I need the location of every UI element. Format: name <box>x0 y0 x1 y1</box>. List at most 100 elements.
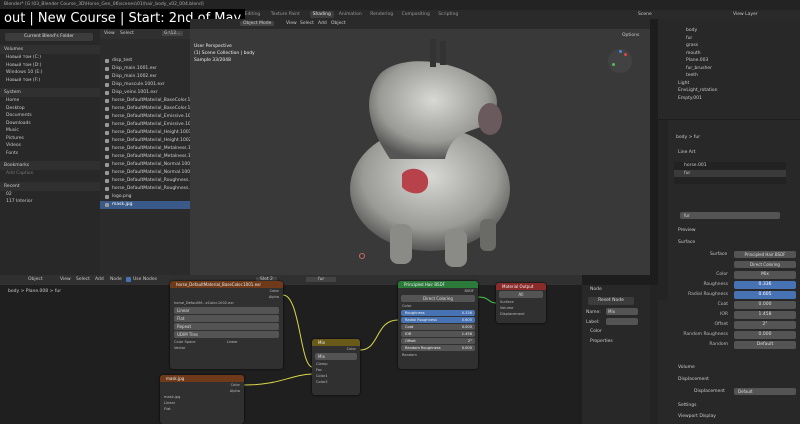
bookmarks-add-caption[interactable]: Add Caption <box>0 170 100 178</box>
3d-viewport[interactable]: Object Mode View Select Add Object Optio… <box>190 19 650 275</box>
volume-item[interactable]: Новый том (C:) <box>0 54 100 62</box>
system-item-music[interactable]: Music <box>0 127 100 135</box>
file-item[interactable]: logo.png <box>100 193 190 201</box>
file-item[interactable]: horse_DefaultMaterial_Height.1002.exr <box>100 137 190 145</box>
texture-ext-dropdown[interactable]: Repeat <box>174 323 279 330</box>
mask-node-title[interactable]: mask.jpg <box>160 375 244 382</box>
principled-hair-node[interactable]: Principled Hair BSDF BSDF Direct Colorin… <box>398 281 478 369</box>
viewport-display-section[interactable]: Viewport Display <box>670 412 716 422</box>
workspace-tab-animation[interactable]: Animation <box>336 11 365 18</box>
node-label-field[interactable] <box>606 318 638 325</box>
file-item[interactable]: horse_DefaultMaterial_BaseColor.1001.exr <box>100 97 190 105</box>
recent-header[interactable]: Recent <box>0 181 100 191</box>
mix-node-title[interactable]: Mix <box>312 339 360 346</box>
outliner-item-body[interactable]: body <box>658 27 800 35</box>
workspace-tab-scripting[interactable]: Scripting <box>435 11 461 18</box>
hair-input-row[interactable]: Color <box>398 303 478 309</box>
outliner-item-empty-001[interactable]: Empty.001 <box>658 95 800 103</box>
file-item[interactable]: horse_DefaultMaterial_BaseColor.1002.exr <box>100 105 190 113</box>
mix-type-dropdown[interactable]: Mix <box>315 353 357 360</box>
workspace-tab-compositing[interactable]: Compositing <box>399 11 433 18</box>
texture-proj-dropdown[interactable]: Flat <box>174 315 279 322</box>
scene-selector[interactable]: Scene <box>638 12 652 17</box>
settings-section[interactable]: Settings <box>670 401 696 411</box>
outliner-item-fur[interactable]: fur <box>658 35 800 43</box>
viewport-object-menu[interactable]: Object <box>331 21 346 26</box>
navigation-gizmo-icon[interactable] <box>608 49 632 73</box>
recent-item[interactable]: 117 Interior <box>0 198 100 206</box>
coloring-dropdown[interactable]: Direct Coloring <box>734 261 796 268</box>
file-item[interactable]: horse_DefaultMaterial_Emissive.1002.exr <box>100 121 190 129</box>
workspace-tab-texture-paint[interactable]: Texture Paint <box>268 11 303 18</box>
hair-input-row[interactable]: IOR 1.458 <box>401 331 475 337</box>
image-texture-node[interactable]: horse_DefaultMaterial_BaseColor.1001.exr… <box>170 281 283 369</box>
outliner-item-light[interactable]: Light <box>658 80 800 88</box>
file-path-field[interactable]: G:\12... <box>162 31 183 36</box>
system-item-downloads[interactable]: Downloads <box>0 120 100 128</box>
gizmo-z-icon[interactable] <box>619 50 622 53</box>
file-item[interactable]: horse_DefaultMaterial_Normal.1001.exr <box>100 161 190 169</box>
property-value-field[interactable]: 1.458 <box>734 311 796 319</box>
mask-texture-node[interactable]: mask.jpg Color Alpha mask.jpg Linear Fla… <box>160 375 244 424</box>
displacement-section[interactable]: Displacement <box>670 375 709 385</box>
file-item[interactable]: horse_DefaultMaterial_Roughness.1001.exr <box>100 177 190 185</box>
texture-vector-input[interactable]: Vector <box>170 345 283 351</box>
file-item[interactable]: horse_DefaultMaterial_Emissive.1001.exr <box>100 113 190 121</box>
volume-item[interactable]: Новый том (F:) <box>0 77 100 85</box>
system-item-pictures[interactable]: Pictures <box>0 135 100 143</box>
hair-input-row[interactable]: Radial Roughness 0.605 <box>401 317 475 323</box>
surface-section[interactable]: Surface <box>670 238 695 248</box>
system-item-fonts[interactable]: Fonts <box>0 150 100 158</box>
viewport-options[interactable]: Options <box>622 33 639 38</box>
3d-cursor-icon[interactable] <box>359 253 365 259</box>
system-header[interactable]: System <box>0 88 100 97</box>
bookmarks-header[interactable]: Bookmarks <box>0 161 100 170</box>
node-color-section[interactable]: Color <box>582 327 650 337</box>
property-value-field[interactable]: 0.336 <box>734 281 796 289</box>
system-item-documents[interactable]: Documents <box>0 112 100 120</box>
file-item[interactable]: Disp_main.1001.exr <box>100 65 190 73</box>
hair-input-row[interactable]: Random Roughness 0.000 <box>401 345 475 351</box>
volume-item[interactable]: Windows 10 (E:) <box>0 69 100 77</box>
node-sidebar-title[interactable]: Node <box>582 285 650 295</box>
outliner-item-envlight-rotation[interactable]: EnvLight_rotation <box>658 87 800 95</box>
texture-source-dropdown[interactable]: UDIM Tiles <box>174 331 279 338</box>
texture-image-field[interactable]: horse_DefaultM...eColor.1002.exr <box>170 300 283 306</box>
slot-fur[interactable]: fur <box>674 169 786 177</box>
property-value-field[interactable]: 0.000 <box>734 301 796 309</box>
hair-bsdf-output[interactable]: BSDF <box>398 288 478 294</box>
file-item[interactable]: horse_DefaultMaterial_Metalness.1002.exr <box>100 153 190 161</box>
output-node-title[interactable]: Material Output <box>496 283 546 290</box>
system-item-home[interactable]: Home <box>0 97 100 105</box>
outliner-item-grass[interactable]: grass <box>658 42 800 50</box>
property-value-field[interactable]: 2° <box>734 321 796 329</box>
file-item[interactable]: Disp_main.1002.exr <box>100 73 190 81</box>
system-item-desktop[interactable]: Desktop <box>0 105 100 113</box>
viewport-view-menu[interactable]: View <box>286 21 297 26</box>
node-editor[interactable]: Object View Select Add Node Use Nodes Sl… <box>0 275 582 424</box>
workspace-tab-rendering[interactable]: Rendering <box>367 11 396 18</box>
outliner-item-mouth[interactable]: mouth <box>658 50 800 58</box>
current-folder-button[interactable]: Current Blend's Folder <box>5 33 93 41</box>
view-layer-selector[interactable]: View Layer <box>733 12 758 17</box>
preview-section[interactable]: Preview <box>670 226 696 236</box>
material-name-field[interactable]: fur <box>680 212 780 219</box>
property-value-field[interactable]: 0.000 <box>734 331 796 339</box>
line-art-section[interactable]: Line Art <box>670 148 696 158</box>
node-properties-section[interactable]: Properties <box>582 337 650 347</box>
gizmo-y-icon[interactable] <box>612 63 615 66</box>
output-target-dropdown[interactable]: All <box>499 291 543 298</box>
hair-input-row[interactable]: Random <box>398 352 478 358</box>
workspace-tab-shading[interactable]: Shading <box>309 11 334 18</box>
hair-param-dropdown[interactable]: Direct Coloring <box>401 295 475 302</box>
image-texture-node-title[interactable]: horse_DefaultMaterial_BaseColor.1001.exr <box>170 281 283 288</box>
outliner-item-plane-003[interactable]: Plane.003 <box>658 57 800 65</box>
material-output-node[interactable]: Material Output All Surface Volume Displ… <box>496 283 546 323</box>
reset-node-button[interactable]: Reset Node <box>588 297 634 305</box>
file-item[interactable]: mask.jpg <box>100 201 190 209</box>
object-mode-dropdown[interactable]: Object Mode <box>240 21 275 26</box>
viewport-select-menu[interactable]: Select <box>300 21 314 26</box>
outliner-item-teeth[interactable]: teeth <box>658 72 800 80</box>
file-item[interactable]: horse_DefaultMaterial_Roughness.1002.exr <box>100 185 190 193</box>
slot-horse[interactable]: horse.001 <box>674 162 786 170</box>
